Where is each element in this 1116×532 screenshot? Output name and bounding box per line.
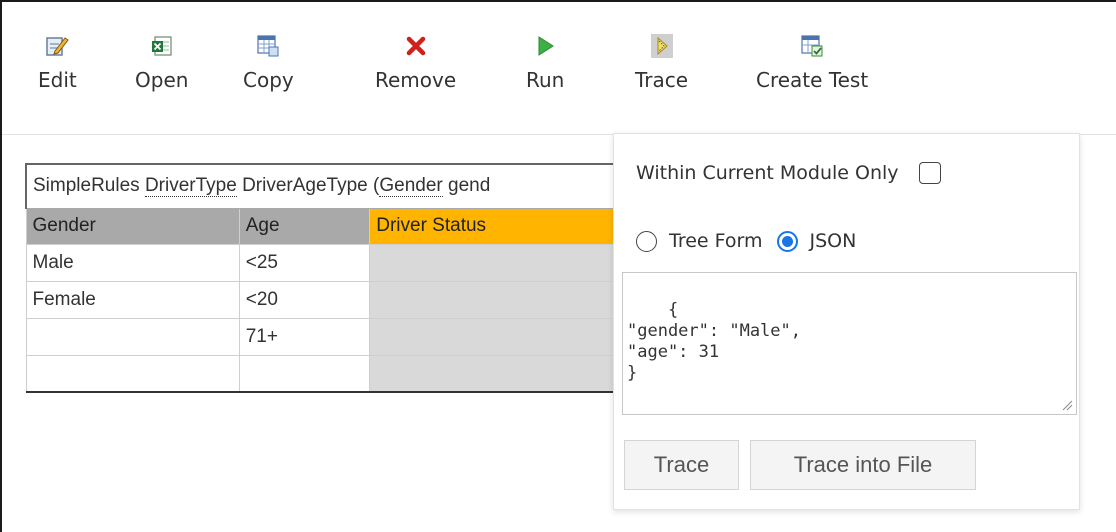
trace-button[interactable]: Trace [635, 32, 688, 122]
remove-button[interactable]: Remove [375, 32, 456, 122]
cell-gender[interactable] [25, 354, 240, 393]
copy-label: Copy [243, 68, 294, 92]
resize-handle-icon[interactable] [1061, 399, 1073, 411]
title-part-5: gend [442, 175, 491, 197]
json-radio[interactable] [776, 230, 798, 252]
cell-status[interactable] [369, 317, 625, 356]
table-title[interactable]: SimpleRules DriverType DriverAgeType (Ge… [25, 163, 625, 209]
cell-age[interactable]: <25 [238, 243, 371, 282]
edit-label: Edit [38, 68, 77, 92]
format-options: Tree Form JSON [636, 230, 856, 252]
cell-status[interactable] [369, 243, 625, 282]
tree-form-label[interactable]: Tree Form [669, 230, 763, 252]
run-icon [533, 32, 557, 60]
remove-icon [404, 32, 428, 60]
cell-age[interactable] [238, 354, 371, 393]
trace-popup: Within Current Module Only Tree Form JSO… [613, 133, 1080, 510]
json-input[interactable]: { "gender": "Male", "age": 31 } [622, 272, 1077, 415]
trace-run-button[interactable]: Trace [624, 440, 739, 490]
cell-gender[interactable] [25, 317, 240, 356]
create-test-button[interactable]: Create Test [756, 32, 868, 122]
decision-table: SimpleRules DriverType DriverAgeType (Ge… [25, 163, 625, 393]
open-button[interactable]: Open [135, 32, 188, 122]
edit-icon [45, 32, 70, 60]
edit-button[interactable]: Edit [38, 32, 77, 122]
cell-age[interactable]: <20 [238, 280, 371, 319]
table-row: 71+ [25, 317, 625, 356]
cell-status[interactable] [369, 354, 625, 393]
trace-label: Trace [635, 68, 689, 92]
create-test-label: Create Test [756, 68, 869, 92]
table-title-row: SimpleRules DriverType DriverAgeType (Ge… [25, 163, 625, 209]
title-gender-type[interactable]: Gender [379, 175, 443, 198]
cell-status[interactable] [369, 280, 625, 319]
table-row [25, 354, 625, 393]
trace-icon [650, 32, 674, 60]
open-label: Open [135, 68, 189, 92]
copy-table-icon [256, 32, 280, 60]
run-button[interactable]: Run [526, 32, 564, 122]
header-gender[interactable]: Gender [25, 207, 240, 245]
header-age[interactable]: Age [238, 207, 371, 245]
json-input-text: { "gender": "Male", "age": 31 } [627, 300, 801, 383]
module-only-row: Within Current Module Only [636, 162, 941, 184]
header-driver-status[interactable]: Driver Status [369, 207, 625, 245]
create-test-icon [800, 32, 824, 60]
copy-button[interactable]: Copy [243, 32, 294, 122]
trace-into-file-button[interactable]: Trace into File [750, 440, 976, 490]
tree-form-radio[interactable] [636, 230, 657, 252]
excel-icon [150, 32, 174, 60]
remove-label: Remove [375, 68, 457, 92]
title-driver-type[interactable]: DriverType [144, 175, 237, 198]
run-label: Run [526, 68, 565, 92]
toolbar: Edit Open Copy Remove Run Trace Create T… [2, 2, 1116, 135]
cell-gender[interactable]: Male [25, 243, 240, 282]
cell-gender[interactable]: Female [25, 280, 240, 319]
cell-age[interactable]: 71+ [238, 317, 371, 356]
table-row: Female <20 [25, 280, 625, 319]
module-only-label: Within Current Module Only [636, 162, 899, 184]
title-part-3: DriverAgeType ( [236, 175, 380, 197]
module-only-checkbox[interactable] [918, 162, 941, 184]
json-label[interactable]: JSON [810, 230, 857, 252]
table-header-row: Gender Age Driver Status [25, 207, 625, 245]
table-row: Male <25 [25, 243, 625, 282]
title-part-1: SimpleRules [33, 175, 145, 197]
